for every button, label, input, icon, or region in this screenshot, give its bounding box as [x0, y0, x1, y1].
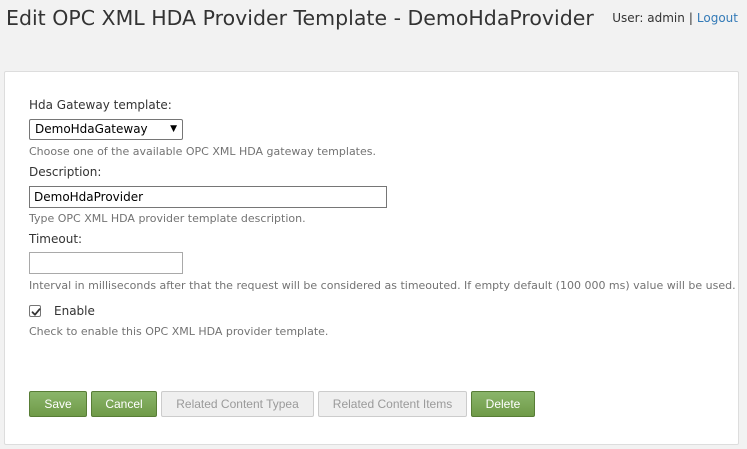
delete-button[interactable]: Delete — [471, 391, 535, 417]
checkmark-icon — [31, 308, 41, 316]
cancel-button[interactable]: Cancel — [91, 391, 157, 417]
save-button[interactable]: Save — [29, 391, 87, 417]
description-help: Type OPC XML HDA provider template descr… — [29, 212, 306, 225]
header-separator: | — [688, 11, 693, 25]
gateway-template-select[interactable]: DemoHdaGateway ▼ — [29, 119, 183, 140]
timeout-help: Interval in milliseconds after that the … — [29, 279, 736, 292]
timeout-label: Timeout: — [29, 232, 83, 246]
description-label: Description: — [29, 165, 102, 179]
related-content-items-button[interactable]: Related Content Items — [318, 391, 467, 417]
chevron-down-icon: ▼ — [170, 124, 177, 134]
gateway-template-label: Hda Gateway template: — [29, 98, 172, 112]
logout-link[interactable]: Logout — [697, 11, 738, 25]
timeout-input[interactable] — [29, 252, 183, 274]
enable-help: Check to enable this OPC XML HDA provide… — [29, 325, 329, 338]
gateway-template-selected-value: DemoHdaGateway — [35, 122, 148, 136]
enable-label: Enable — [54, 304, 95, 318]
description-input[interactable] — [29, 186, 387, 208]
page-title: Edit OPC XML HDA Provider Template - Dem… — [6, 6, 594, 30]
related-content-types-button[interactable]: Related Content Typea — [161, 391, 314, 417]
current-user: User: admin — [612, 11, 685, 25]
user-area: User: admin | Logout — [612, 10, 738, 26]
enable-checkbox[interactable] — [29, 305, 41, 317]
gateway-template-help: Choose one of the available OPC XML HDA … — [29, 145, 376, 158]
form-panel: Hda Gateway template: DemoHdaGateway ▼ C… — [4, 71, 739, 445]
